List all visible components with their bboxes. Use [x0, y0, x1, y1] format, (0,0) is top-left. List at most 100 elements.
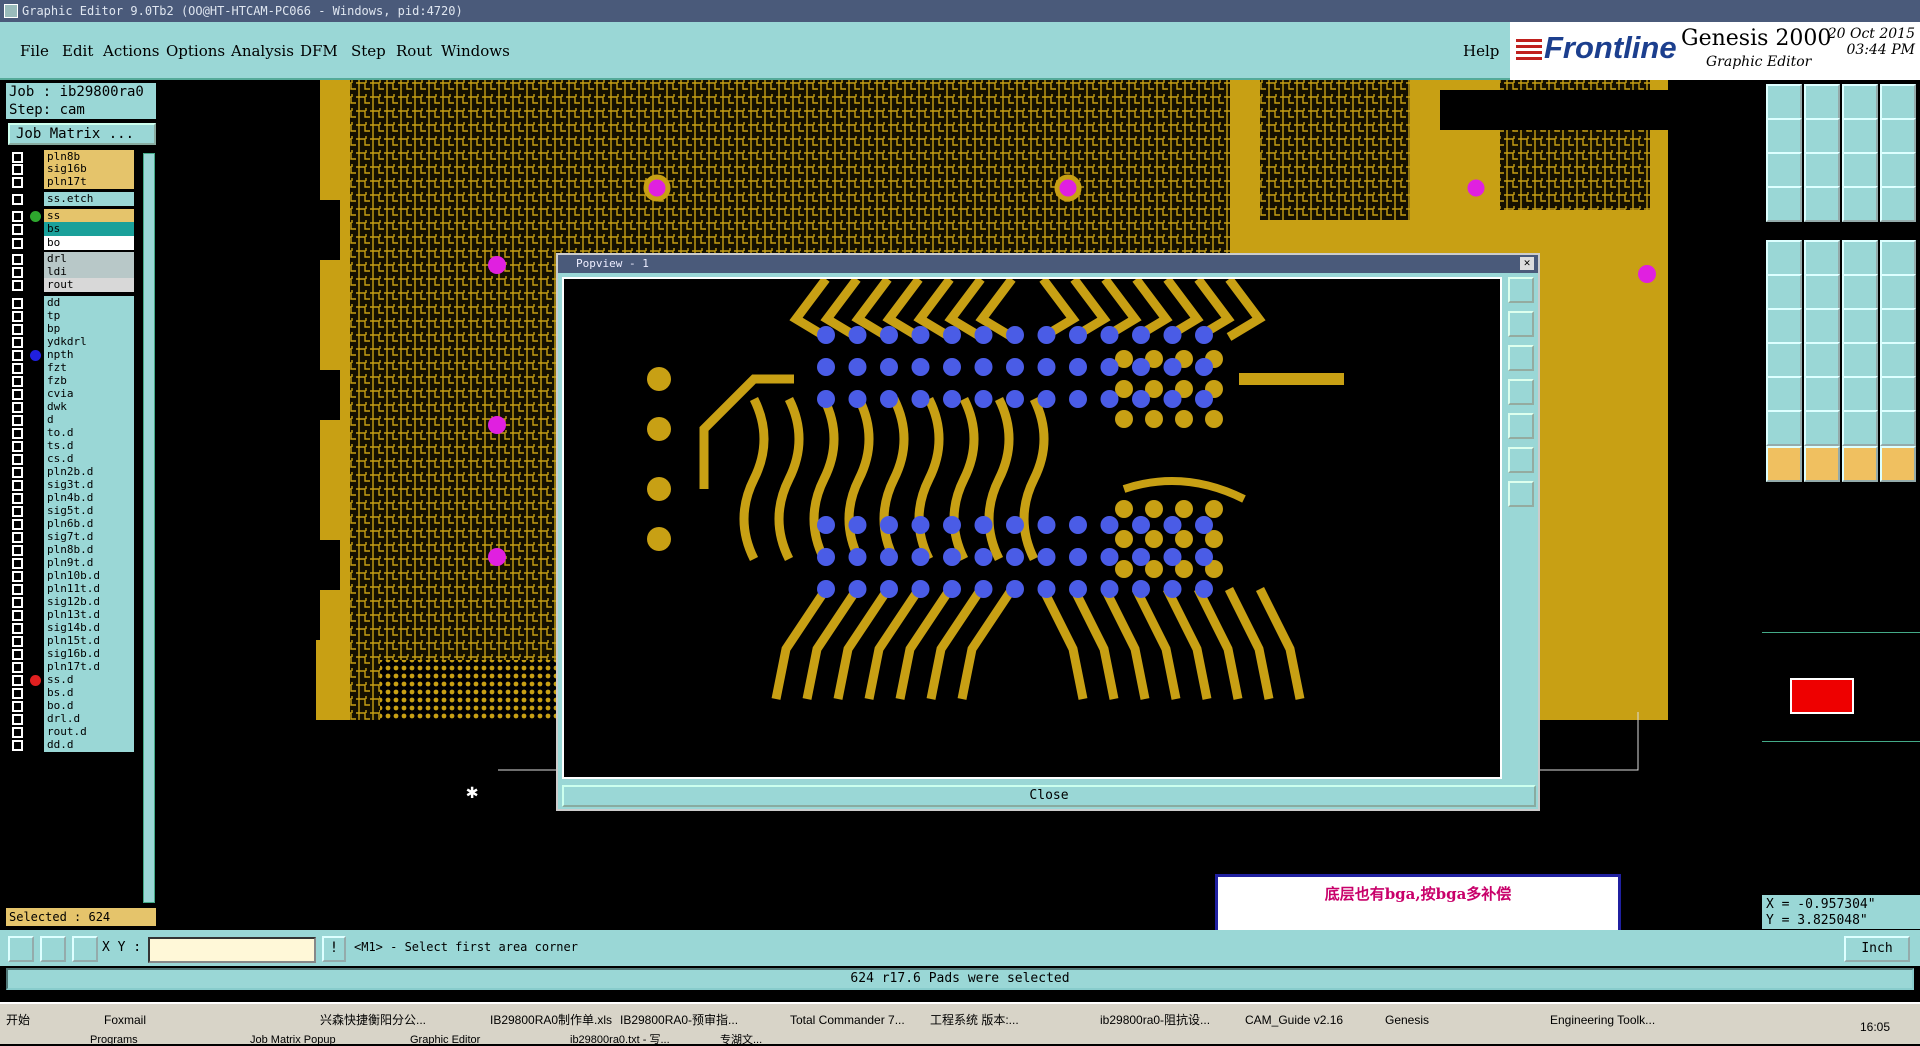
menu-edit[interactable]: Edit [62, 42, 93, 60]
layer-checkbox[interactable] [12, 701, 23, 712]
layer-checkbox[interactable] [12, 337, 23, 348]
layer-row[interactable]: pln2b.d [8, 465, 158, 479]
layer-checkbox[interactable] [12, 177, 23, 188]
layer-checkbox[interactable] [12, 675, 23, 686]
layer-checkbox[interactable] [12, 298, 23, 309]
layer-row[interactable]: tp [8, 309, 158, 323]
layer-row[interactable]: to.d [8, 426, 158, 440]
layer-row[interactable]: bo [8, 236, 158, 250]
taskbar-item[interactable]: CAM_Guide v2.16 [1245, 1010, 1395, 1030]
layer-checkbox[interactable] [12, 571, 23, 582]
tool-icon-9[interactable] [1766, 152, 1802, 188]
menu-options[interactable]: Options [166, 42, 225, 60]
tool-icon-33[interactable] [1766, 376, 1802, 412]
layer-row[interactable]: pln10b.d [8, 569, 158, 583]
tool-icon-31[interactable] [1842, 342, 1878, 378]
layer-checkbox[interactable] [12, 428, 23, 439]
tool-icon-24[interactable] [1880, 274, 1916, 310]
grid-icon[interactable] [72, 936, 98, 962]
layer-checkbox[interactable] [12, 727, 23, 738]
tool-icon-44[interactable] [1880, 446, 1916, 482]
layer-checkbox[interactable] [12, 688, 23, 699]
tool-icon-6[interactable] [1804, 118, 1840, 154]
layer-checkbox[interactable] [12, 454, 23, 465]
tool-icon-28[interactable] [1880, 308, 1916, 344]
status-tool-icon-1[interactable] [8, 936, 34, 962]
start-button[interactable]: 开始 [6, 1010, 56, 1030]
layer-row[interactable]: pln15t.d [8, 634, 158, 648]
taskbar-item[interactable]: Engineering Toolk... [1550, 1010, 1700, 1030]
menu-help[interactable]: Help [1463, 42, 1499, 60]
popview-tool-icon-5[interactable] [1508, 413, 1534, 439]
layer-row[interactable]: sig16b.d [8, 647, 158, 661]
layer-checkbox[interactable] [12, 211, 23, 222]
layer-row[interactable]: ldi [8, 265, 158, 279]
layer-row[interactable]: cvia [8, 387, 158, 401]
layer-checkbox[interactable] [12, 280, 23, 291]
unit-selector[interactable]: Inch [1844, 936, 1910, 962]
status-tool-icon-2[interactable] [40, 936, 66, 962]
layer-checkbox[interactable] [12, 740, 23, 751]
tool-icon-21[interactable] [1766, 274, 1802, 310]
popview-tool-icon-6[interactable] [1508, 447, 1534, 473]
tool-icon-16[interactable] [1880, 186, 1916, 222]
taskbar-item[interactable]: Genesis [1385, 1010, 1535, 1030]
taskbar-item[interactable]: Foxmail [104, 1010, 254, 1030]
taskbar-item[interactable]: IB29800RA0制作单.xls [490, 1010, 640, 1030]
tool-icon-15[interactable] [1842, 186, 1878, 222]
menu-file[interactable]: File [20, 42, 49, 60]
tool-icon-7[interactable] [1842, 118, 1878, 154]
layer-row[interactable]: drl [8, 252, 158, 266]
layer-row[interactable]: pln8b.d [8, 543, 158, 557]
layer-row[interactable]: pln4b.d [8, 491, 158, 505]
tool-icon-4[interactable] [1880, 84, 1916, 120]
popview-tool-icon-2[interactable] [1508, 311, 1534, 337]
tool-icon-25[interactable] [1766, 308, 1802, 344]
layer-row[interactable]: dd.d [8, 738, 158, 752]
tool-icon-3[interactable] [1842, 84, 1878, 120]
popview-canvas[interactable] [562, 276, 1502, 779]
layer-row[interactable]: ydkdrl [8, 335, 158, 349]
layer-row[interactable]: ss [8, 209, 158, 223]
tool-icon-32[interactable] [1880, 342, 1916, 378]
layer-checkbox[interactable] [12, 584, 23, 595]
layer-row[interactable]: npth [8, 348, 158, 362]
menu-actions[interactable]: Actions [103, 42, 159, 60]
info-icon[interactable]: ! [322, 936, 346, 962]
layer-checkbox[interactable] [12, 649, 23, 660]
layer-row[interactable]: pln17t.d [8, 660, 158, 674]
menu-windows[interactable]: Windows [441, 42, 510, 60]
layer-row[interactable]: dwk [8, 400, 158, 414]
layer-row[interactable]: rout [8, 278, 158, 292]
xy-input[interactable] [148, 937, 316, 963]
layer-checkbox[interactable] [12, 415, 23, 426]
layer-row[interactable]: bo.d [8, 699, 158, 713]
layer-checkbox[interactable] [12, 519, 23, 530]
layer-checkbox[interactable] [12, 402, 23, 413]
popview-close-icon[interactable]: ✕ [1520, 257, 1534, 270]
layer-checkbox[interactable] [12, 164, 23, 175]
taskbar-item[interactable]: 兴森快捷衡阳分公... [320, 1010, 470, 1030]
layer-checkbox[interactable] [12, 597, 23, 608]
tool-icon-18[interactable] [1804, 240, 1840, 276]
menu-dfm[interactable]: DFM [300, 42, 338, 60]
taskbar-item[interactable]: Graphic Editor [410, 1034, 550, 1046]
layer-checkbox[interactable] [12, 532, 23, 543]
layer-row[interactable]: rout.d [8, 725, 158, 739]
layer-checkbox[interactable] [12, 636, 23, 647]
layer-row[interactable]: cs.d [8, 452, 158, 466]
layer-checkbox[interactable] [12, 194, 23, 205]
tool-icon-2[interactable] [1804, 84, 1840, 120]
tool-icon-37[interactable] [1766, 410, 1802, 446]
layer-row[interactable]: bs.d [8, 686, 158, 700]
layer-checkbox[interactable] [12, 350, 23, 361]
layer-row[interactable]: sig16b [8, 162, 158, 176]
layer-checkbox[interactable] [12, 389, 23, 400]
tool-icon-10[interactable] [1804, 152, 1840, 188]
layer-checkbox[interactable] [12, 480, 23, 491]
layer-row[interactable]: drl.d [8, 712, 158, 726]
taskbar-item[interactable]: ib29800ra0-阻抗设... [1100, 1010, 1250, 1030]
layer-row[interactable]: sig12b.d [8, 595, 158, 609]
layer-checkbox[interactable] [12, 558, 23, 569]
layer-checkbox[interactable] [12, 324, 23, 335]
